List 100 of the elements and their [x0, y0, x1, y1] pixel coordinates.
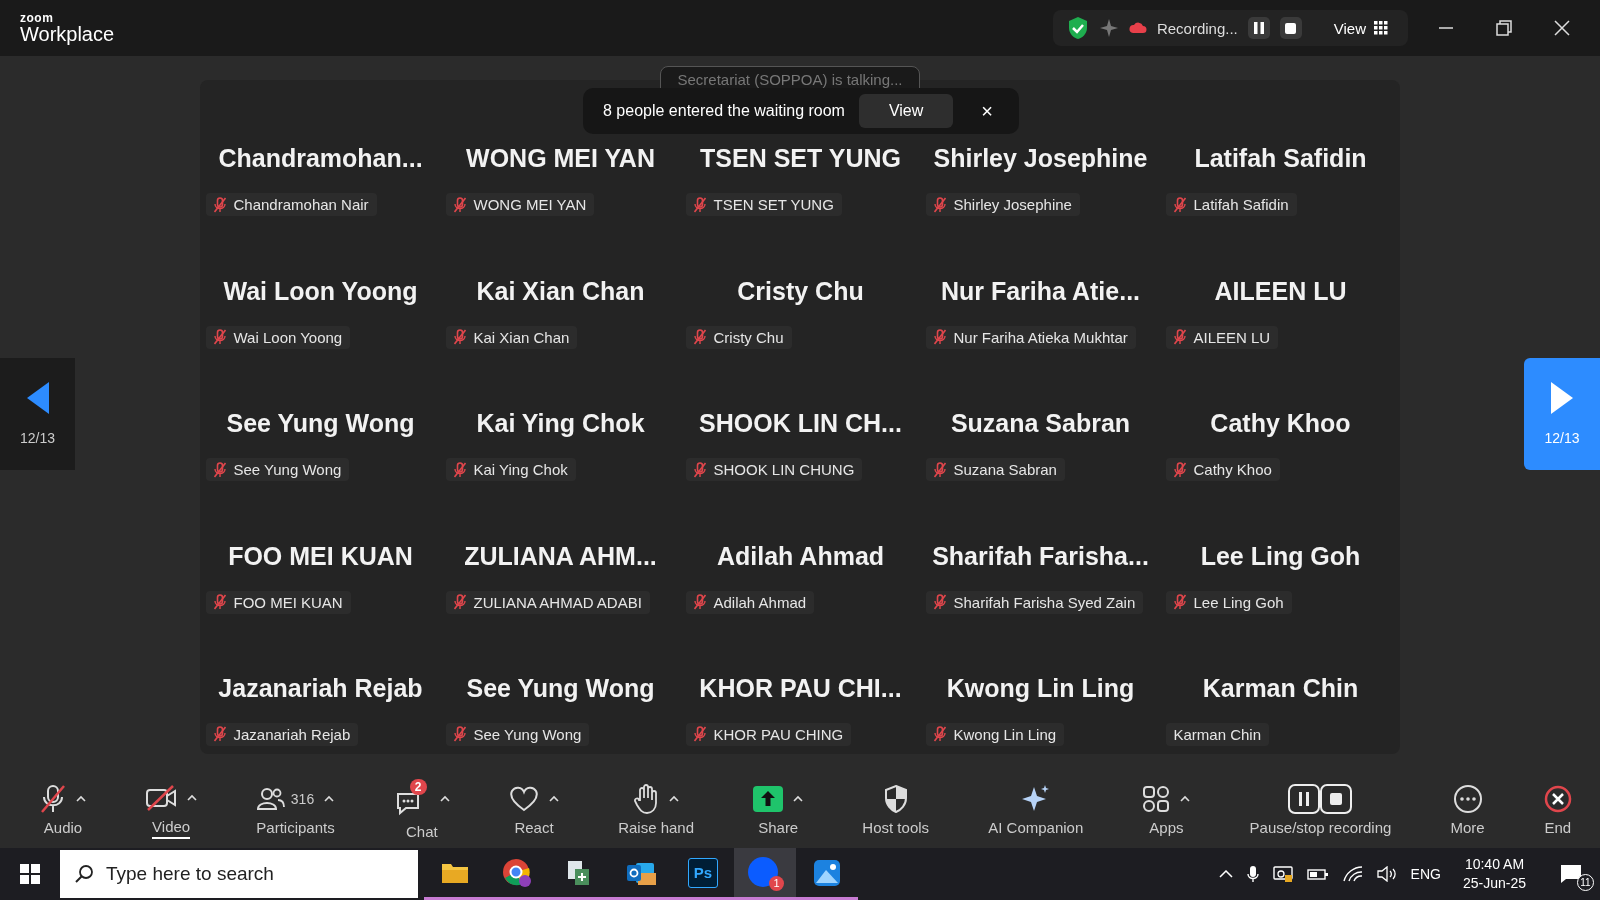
toolbar-label: Apps	[1149, 818, 1184, 838]
participant-label: Suzana Sabran	[953, 461, 1057, 479]
toolbar-label: More	[1450, 818, 1485, 838]
photos-app-icon[interactable]	[813, 858, 841, 887]
caret-icon[interactable]	[549, 795, 559, 802]
participant-name: Kai Ying Chok	[475, 409, 646, 439]
speaker-icon[interactable]	[1376, 866, 1397, 882]
view-waiting-room-button[interactable]: View	[858, 94, 954, 128]
toolbar-label: Audio	[43, 818, 83, 838]
caret-icon[interactable]	[1180, 795, 1191, 802]
more-icon	[1452, 783, 1483, 814]
more-button[interactable]	[1452, 782, 1483, 815]
participant-name: Karman Chin	[1201, 674, 1360, 703]
participant-label: See Yung Wong	[473, 726, 582, 743]
windows-start-icon[interactable]	[20, 864, 40, 884]
participant-name: Kwong Lin Ling	[945, 674, 1136, 703]
caret-icon[interactable]	[187, 794, 198, 801]
taskbar-search-field[interactable]: Type here to search	[60, 850, 418, 898]
microphone-icon[interactable]	[1246, 865, 1259, 883]
view-button[interactable]: View	[1327, 18, 1394, 38]
participant-label: Kwong Lin Ling	[953, 726, 1057, 743]
stop-button[interactable]	[1279, 17, 1302, 39]
participant-name: Sharifah Farisha...	[931, 541, 1150, 571]
restore-icon[interactable]	[1496, 20, 1512, 36]
participant-label: Nur Fariha Atieka Mukhtar	[953, 328, 1128, 346]
shield-icon	[883, 784, 908, 813]
participant-name: SHOOK LIN CH...	[698, 409, 903, 439]
display-icon[interactable]	[1272, 865, 1293, 883]
wifi-icon[interactable]	[1342, 866, 1363, 882]
cloud-icon	[1128, 22, 1147, 34]
pause-stop-icon	[1288, 783, 1353, 814]
host-button[interactable]	[883, 782, 908, 815]
heart-icon	[509, 785, 539, 812]
participant-name: ZULIANA AHM...	[463, 541, 658, 571]
participant-label: Latifah Safidin	[1193, 196, 1289, 214]
participant-label: Adilah Ahmad	[713, 593, 807, 611]
apps-icon	[1142, 784, 1171, 813]
photoshop-app-icon[interactable]: Ps	[688, 857, 718, 888]
participant-count: 316	[290, 790, 315, 807]
participant-label: Shirley Josephine	[953, 196, 1072, 214]
people-icon	[256, 786, 285, 811]
participant-label: TSEN SET YUNG	[713, 196, 834, 214]
stop-icon	[1285, 22, 1297, 34]
participant-name: Wai Loon Yoong	[222, 276, 419, 306]
participant-label: See Yung Wong	[233, 461, 342, 479]
participant-name: Jazanariah Rejab	[217, 674, 424, 703]
muted-mic-icon	[40, 783, 66, 814]
chevron-up-icon[interactable]	[1218, 870, 1233, 878]
share-icon	[753, 785, 784, 812]
caret-icon[interactable]	[793, 795, 804, 802]
toolbar-label: End	[1544, 818, 1572, 838]
toolbar-label: Video	[152, 817, 191, 839]
participant-name: Latifah Safidin	[1193, 144, 1368, 174]
right-triangle-icon	[1551, 382, 1573, 414]
participant-label: Kai Xian Chan	[473, 328, 570, 346]
participant-label: WONG MEI YAN	[473, 196, 587, 214]
hand-button[interactable]	[633, 782, 660, 815]
participant-label: SHOOK LIN CHUNG	[713, 461, 855, 479]
audio-button[interactable]	[40, 782, 66, 815]
participant-name: Kai Xian Chan	[475, 276, 646, 306]
participant-label: Chandramohan Nair	[233, 196, 369, 214]
chat-button[interactable]: 2	[393, 778, 430, 819]
toolbar-label: Host tools	[862, 818, 930, 838]
participant-name: KHOR PAU CHI...	[698, 674, 903, 703]
app-logo: zoom Workplace	[20, 12, 115, 44]
participant-name: See Yung Wong	[465, 674, 656, 703]
participant-name: Shirley Josephine	[932, 144, 1149, 174]
page-indicator: 12/13	[1544, 430, 1580, 446]
recording-status: Recording...	[1156, 19, 1238, 37]
language-indicator[interactable]: ENG	[1410, 866, 1441, 882]
browser-icon[interactable]	[502, 857, 532, 888]
battery-icon[interactable]	[1306, 867, 1329, 881]
toolbar-label: AI Companion	[988, 818, 1084, 838]
close-button[interactable]: ×	[975, 98, 999, 124]
clock[interactable]: 10:40 AM 25-Jun-25	[1462, 855, 1526, 893]
toolbar-label: Raise hand	[618, 818, 695, 838]
record-button[interactable]	[1288, 782, 1353, 815]
participant-name: Lee Ling Goh	[1199, 541, 1362, 571]
caret-icon[interactable]	[76, 795, 86, 802]
left-triangle-icon	[26, 382, 49, 414]
participant-label: ZULIANA AHMAD ADABI	[473, 593, 642, 611]
participant-label: Kai Ying Chok	[473, 461, 568, 479]
pause-button[interactable]	[1247, 17, 1270, 39]
participant-name: Cristy Chu	[736, 276, 865, 306]
participant-label: Sharifah Farisha Syed Zain	[953, 593, 1136, 611]
previous-page-button[interactable]: 12/13	[0, 358, 75, 470]
clock-date: 25-Jun-25	[1462, 874, 1526, 893]
caret-icon[interactable]	[439, 795, 450, 802]
toolbar-label: Share	[758, 818, 799, 838]
close-icon[interactable]	[1554, 20, 1570, 36]
participants-button[interactable]: 316	[256, 782, 315, 815]
notification-count: 11	[1577, 874, 1594, 891]
participant-label: Karman Chin	[1173, 726, 1262, 743]
caret-icon[interactable]	[669, 795, 680, 802]
toolbar-label: Chat	[406, 822, 438, 842]
participant-name: AILEEN LU	[1213, 276, 1348, 306]
caret-icon[interactable]	[324, 795, 335, 802]
shield-check-icon[interactable]	[1066, 16, 1089, 40]
toolbar-label: Participants	[256, 818, 335, 838]
hand-icon	[633, 783, 660, 814]
